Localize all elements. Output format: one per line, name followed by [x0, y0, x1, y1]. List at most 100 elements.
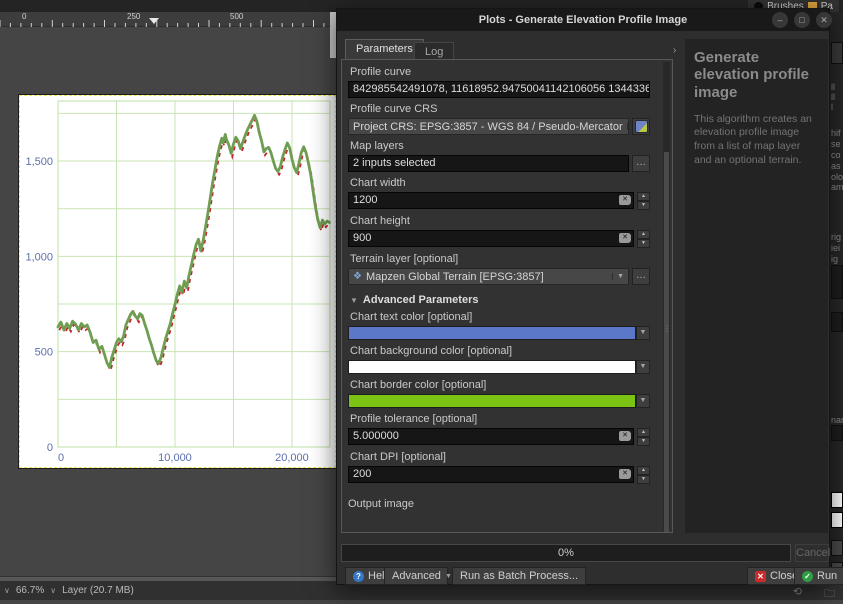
svg-text:10,000: 10,000 — [158, 452, 192, 464]
chart-height-stepper[interactable]: ▲▼ — [637, 230, 650, 248]
select-crs-button[interactable] — [632, 118, 650, 135]
dock-text-fragment: iei — [831, 243, 840, 253]
color-swatch[interactable] — [831, 492, 843, 508]
tab-log[interactable]: Log — [414, 42, 454, 60]
ruler-label: 0 — [22, 12, 26, 21]
chevron-down-icon[interactable]: ∨ — [4, 586, 10, 595]
color-swatch[interactable] — [831, 512, 843, 528]
tab-parameters[interactable]: Parameters — [345, 39, 424, 60]
spin-up-icon[interactable]: ▲ — [637, 428, 650, 437]
clear-icon[interactable]: ✕ — [619, 469, 631, 479]
terrain-layer-select[interactable]: ❖ Mapzen Global Terrain [EPSG:3857] ▼ — [348, 268, 629, 285]
chevron-down-icon[interactable]: ▼ — [636, 394, 650, 408]
chart-width-stepper[interactable]: ▲▼ — [637, 192, 650, 210]
dialog-title: Plots - Generate Elevation Profile Image — [337, 14, 829, 26]
terrain-layer-browse-button[interactable]: … — [632, 268, 650, 285]
crs-selected-value: Project CRS: EPSG:3857 - WGS 84 / Pseudo… — [353, 121, 623, 133]
dock-text-fragment: ig — [831, 254, 838, 264]
help-icon: ? — [353, 571, 364, 582]
help-panel: Generate elevation profile image This al… — [685, 39, 828, 533]
chart-width-input[interactable]: 1200 — [348, 192, 634, 209]
spin-down-icon[interactable]: ▼ — [637, 475, 650, 484]
map-layers-browse-button[interactable]: … — [632, 155, 650, 172]
parameters-scrollbar[interactable] — [663, 62, 670, 530]
dock-widget — [831, 42, 843, 64]
spin-up-icon[interactable]: ▲ — [637, 230, 650, 239]
map-layers-input[interactable]: 2 inputs selected — [348, 155, 629, 172]
chevron-down-icon[interactable]: ∨ — [50, 586, 56, 595]
chart-text-color-label: Chart text color [optional] — [350, 311, 650, 323]
clear-icon[interactable]: ✕ — [619, 195, 631, 205]
color-swatch[interactable] — [348, 360, 636, 374]
spin-up-icon[interactable]: ▲ — [637, 192, 650, 201]
dock-text-fragment: rig — [831, 232, 841, 242]
chart-background-color-label: Chart background color [optional] — [350, 345, 650, 357]
profile-tolerance-input[interactable]: 5.000000 — [348, 428, 634, 445]
chart-border-color-label: Chart border color [optional] — [350, 379, 650, 391]
undo-history-icon[interactable]: ⟲ — [793, 585, 802, 604]
chart-dpi-stepper[interactable]: ▲▼ — [637, 466, 650, 484]
color-swatch[interactable] — [348, 326, 636, 340]
svg-text:500: 500 — [35, 347, 53, 359]
chart-height-input[interactable]: 900 — [348, 230, 634, 247]
statusbar-icons: ⟲ 🗀 — [793, 585, 835, 604]
check-icon: ✓ — [802, 571, 813, 582]
chevron-down-icon: ▼ — [612, 273, 624, 280]
svg-text:0: 0 — [47, 442, 53, 454]
dock-text-fragment: am — [831, 182, 843, 192]
svg-text:1,500: 1,500 — [25, 156, 53, 168]
panel-collapse-icon[interactable]: › — [673, 45, 676, 56]
layer-info: Layer (20.7 MB) — [62, 585, 134, 596]
advanced-parameters-section[interactable]: ▼Advanced Parameters — [350, 294, 650, 306]
profile-curve-label: Profile curve — [350, 66, 650, 78]
chart-text-color-picker[interactable]: ▼ — [348, 326, 650, 340]
chart-background-color-picker[interactable]: ▼ — [348, 360, 650, 374]
chevron-down-icon[interactable]: ▼ — [636, 360, 650, 374]
image-file-icon[interactable]: 🗀 — [824, 585, 835, 604]
chart-dpi-label: Chart DPI [optional] — [350, 451, 650, 463]
dock-button[interactable] — [831, 540, 843, 556]
svg-text:20,000: 20,000 — [275, 452, 309, 464]
elevation-profile-canvas-image[interactable]: 05001,0001,500010,00020,000 — [19, 95, 336, 468]
chart-width-label: Chart width — [350, 177, 650, 189]
parameters-panel: Profile curve 842985542491078, 11618952.… — [341, 59, 673, 533]
profile-curve-crs-select[interactable]: Project CRS: EPSG:3857 - WGS 84 / Pseudo… — [348, 118, 629, 135]
chart-border-color-picker[interactable]: ▼ — [348, 394, 650, 408]
run-button[interactable]: ✓ Run — [794, 567, 843, 585]
batch-button-label: Run as Batch Process... — [460, 570, 578, 582]
scrollbar-thumb[interactable] — [664, 152, 669, 533]
dialog-titlebar[interactable]: Plots - Generate Elevation Profile Image — [337, 9, 829, 31]
dock-text-fragment: co — [831, 150, 841, 160]
clear-icon[interactable]: ✕ — [619, 233, 631, 243]
profile-tolerance-stepper[interactable]: ▲▼ — [637, 428, 650, 446]
background-right-dock: lllllhifsecoasoloamrigieiignar — [830, 12, 843, 581]
spin-down-icon[interactable]: ▼ — [637, 201, 650, 210]
chart-dpi-input[interactable]: 200 — [348, 466, 634, 483]
spin-up-icon[interactable]: ▲ — [637, 466, 650, 475]
run-as-batch-button[interactable]: Run as Batch Process... — [452, 567, 586, 585]
dock-text-fragment: hif — [831, 128, 841, 138]
zoom-level[interactable]: 66.7% — [16, 585, 44, 596]
dock-text-fragment: l — [831, 102, 833, 112]
spin-down-icon[interactable]: ▼ — [637, 437, 650, 446]
chevron-down-icon[interactable]: ▼ — [636, 326, 650, 340]
crs-globe-icon — [635, 120, 648, 133]
dock-text-fragment: as — [831, 161, 841, 171]
window-close-button[interactable]: ✕ — [816, 12, 832, 28]
elevation-profile-chart: 05001,0001,500010,00020,000 — [20, 96, 335, 467]
advanced-button[interactable]: Advanced ▼ — [384, 567, 448, 585]
minimize-button[interactable]: – — [772, 12, 788, 28]
cancel-button[interactable]: Cancel — [795, 544, 829, 562]
profile-curve-input[interactable]: 842985542491078, 11618952.94750041142106… — [348, 81, 650, 98]
plots-dialog: Plots - Generate Elevation Profile Image… — [336, 8, 830, 585]
help-description: This algorithm creates an elevation prof… — [694, 113, 819, 168]
terrain-layer-label: Terrain layer [optional] — [350, 253, 650, 265]
dock-widget — [831, 425, 843, 441]
spin-down-icon[interactable]: ▼ — [637, 239, 650, 248]
clear-icon[interactable]: ✕ — [619, 431, 631, 441]
profile-curve-crs-label: Profile curve CRS — [350, 103, 650, 115]
color-swatch[interactable] — [348, 394, 636, 408]
dock-text-fragment: olo — [831, 172, 843, 182]
maximize-button[interactable]: □ — [794, 12, 810, 28]
map-layers-label: Map layers — [350, 140, 650, 152]
